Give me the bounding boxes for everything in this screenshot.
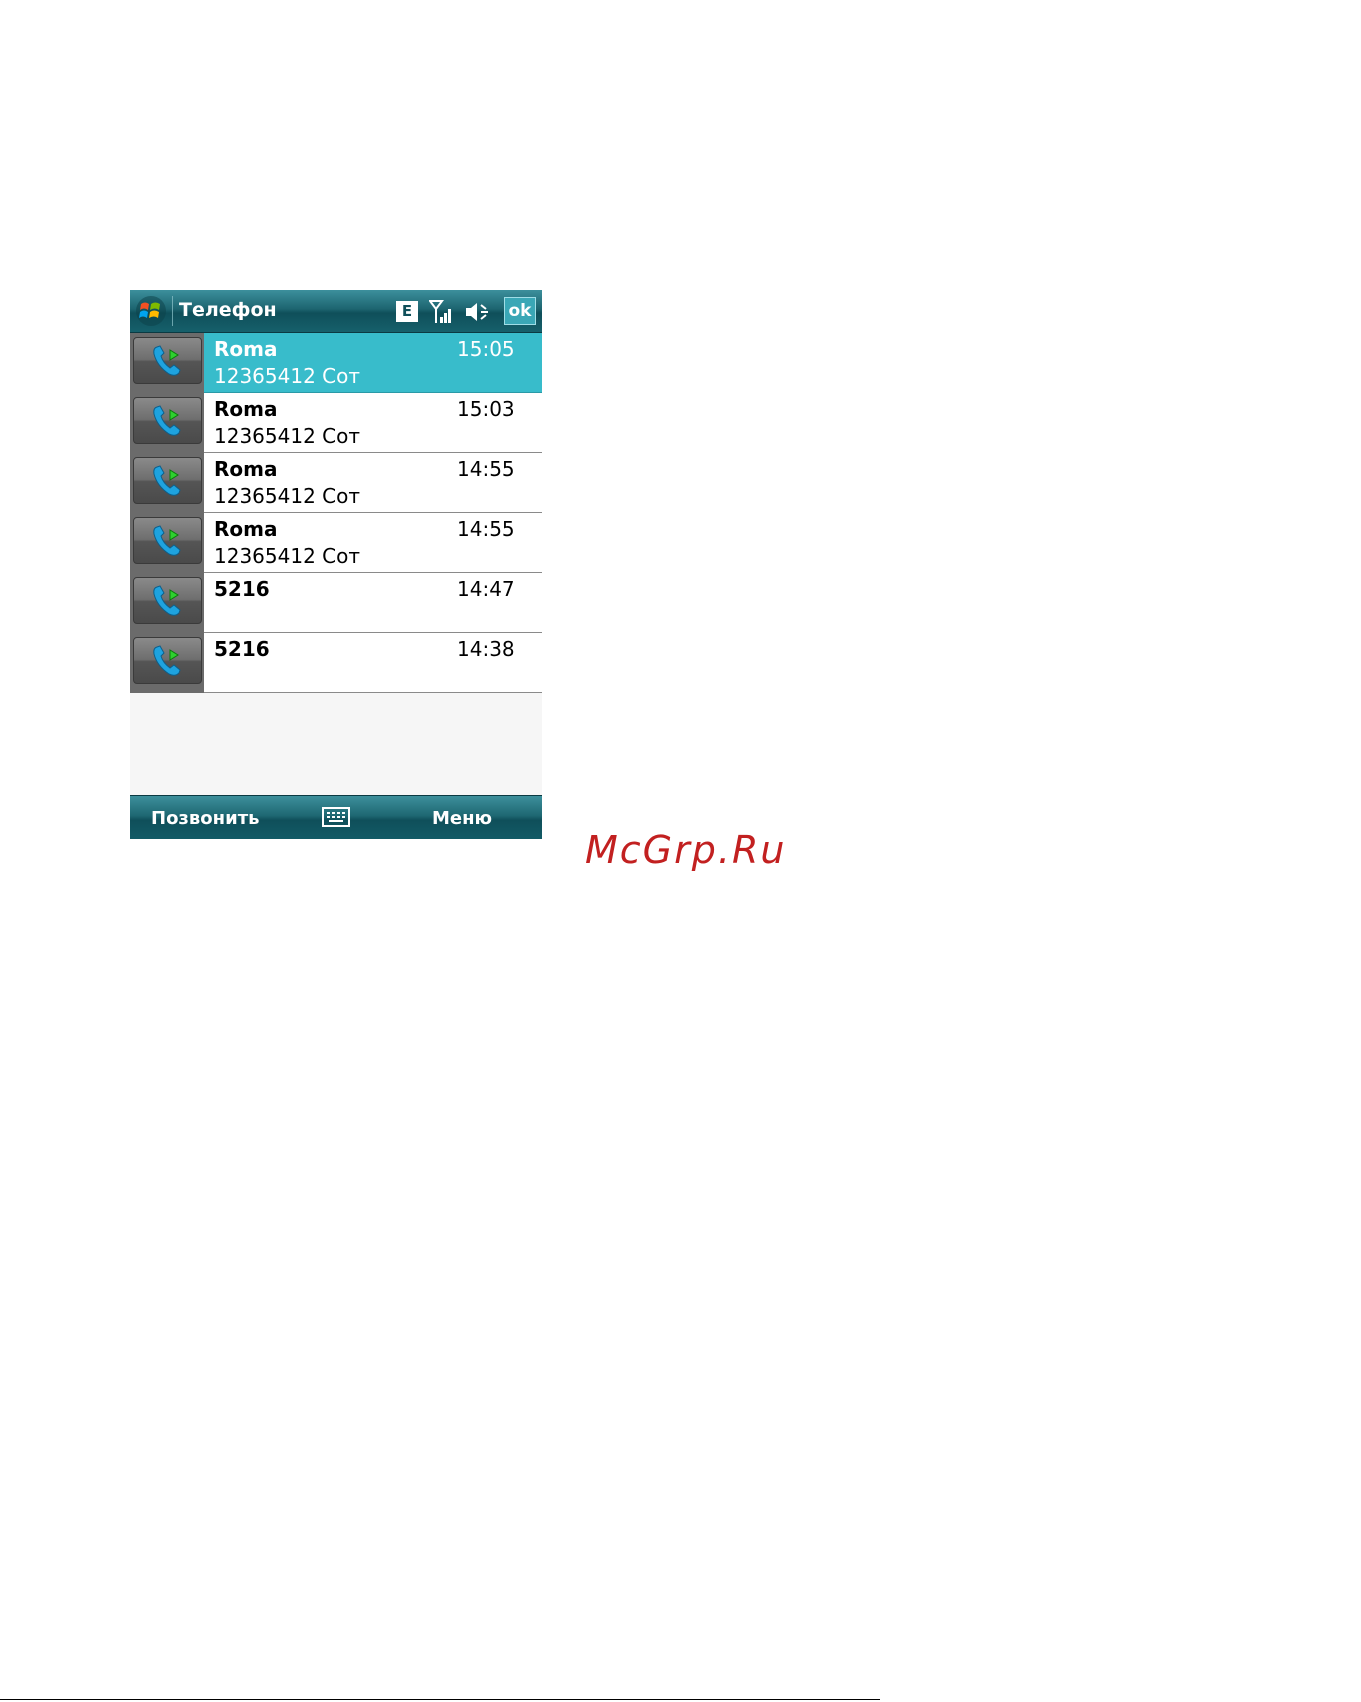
call-time: 14:55 — [457, 457, 515, 481]
call-entry: 5216 14:47 — [204, 573, 542, 633]
call-button-column — [130, 333, 204, 393]
call-row[interactable]: 5216 14:38 — [130, 633, 542, 693]
caller-name: 5216 — [214, 637, 270, 661]
caller-number: 12365412 Сот — [214, 484, 361, 508]
phone-icon — [153, 645, 181, 676]
title-bar: Телефон E ok — [130, 290, 542, 333]
caller-number: 12365412 Сот — [214, 544, 361, 568]
caller-name: Roma — [214, 397, 278, 421]
call-time: 14:55 — [457, 517, 515, 541]
phone-icon — [153, 525, 181, 556]
windows-start-icon[interactable] — [134, 294, 168, 328]
call-back-button[interactable] — [133, 577, 202, 624]
phone-icon — [153, 345, 181, 376]
signal-icon — [428, 299, 455, 325]
caller-name: Roma — [214, 517, 278, 541]
call-row[interactable]: 5216 14:47 — [130, 573, 542, 633]
call-entry: Roma 15:05 12365412 Сот — [204, 333, 542, 393]
caller-number: 12365412 Сот — [214, 424, 361, 448]
caller-name: 5216 — [214, 577, 270, 601]
menu-softkey[interactable]: Меню — [432, 808, 492, 829]
phone-icon — [153, 405, 181, 436]
call-button-column — [130, 453, 204, 513]
call-entry: Roma 15:03 12365412 Сот — [204, 393, 542, 453]
call-button-column — [130, 633, 204, 693]
call-back-button[interactable] — [133, 637, 202, 684]
call-row[interactable]: Roma 14:55 12365412 Сот — [130, 513, 542, 573]
call-row[interactable]: Roma 15:03 12365412 Сот — [130, 393, 542, 453]
caller-name: Roma — [214, 337, 278, 361]
phone-icon — [153, 465, 181, 496]
title-separator — [172, 296, 173, 326]
call-entry: 5216 14:38 — [204, 633, 542, 693]
call-button-column — [130, 393, 204, 453]
call-back-button[interactable] — [133, 517, 202, 564]
call-time: 14:47 — [457, 577, 515, 601]
call-time: 14:38 — [457, 637, 515, 661]
phone-icon — [153, 585, 181, 616]
phone-screen: Телефон E ok Roma 15:05 12365412 Сот Rom… — [130, 290, 542, 839]
call-time: 15:05 — [457, 337, 515, 361]
call-entry: Roma 14:55 12365412 Сот — [204, 453, 542, 513]
call-button-column — [130, 513, 204, 573]
call-softkey[interactable]: Позвонить — [151, 808, 260, 829]
softkey-bar: Позвонить Меню — [130, 795, 542, 839]
caller-number: 12365412 Сот — [214, 364, 361, 388]
network-badge: E — [396, 301, 418, 322]
call-back-button[interactable] — [133, 397, 202, 444]
call-back-button[interactable] — [133, 457, 202, 504]
call-row[interactable]: Roma 14:55 12365412 Сот — [130, 453, 542, 513]
page-title: Телефон — [179, 299, 277, 321]
call-back-button[interactable] — [133, 337, 202, 384]
page-divider — [0, 1699, 880, 1700]
speaker-icon — [464, 300, 492, 324]
caller-name: Roma — [214, 457, 278, 481]
keyboard-icon[interactable] — [322, 806, 350, 828]
call-time: 15:03 — [457, 397, 515, 421]
watermark: McGrp.Ru — [585, 828, 787, 872]
call-entry: Roma 14:55 12365412 Сот — [204, 513, 542, 573]
call-button-column — [130, 573, 204, 633]
call-row[interactable]: Roma 15:05 12365412 Сот — [130, 333, 542, 393]
ok-button[interactable]: ok — [504, 297, 536, 325]
call-log-list: Roma 15:05 12365412 Сот Roma 15:03 12365… — [130, 333, 542, 693]
